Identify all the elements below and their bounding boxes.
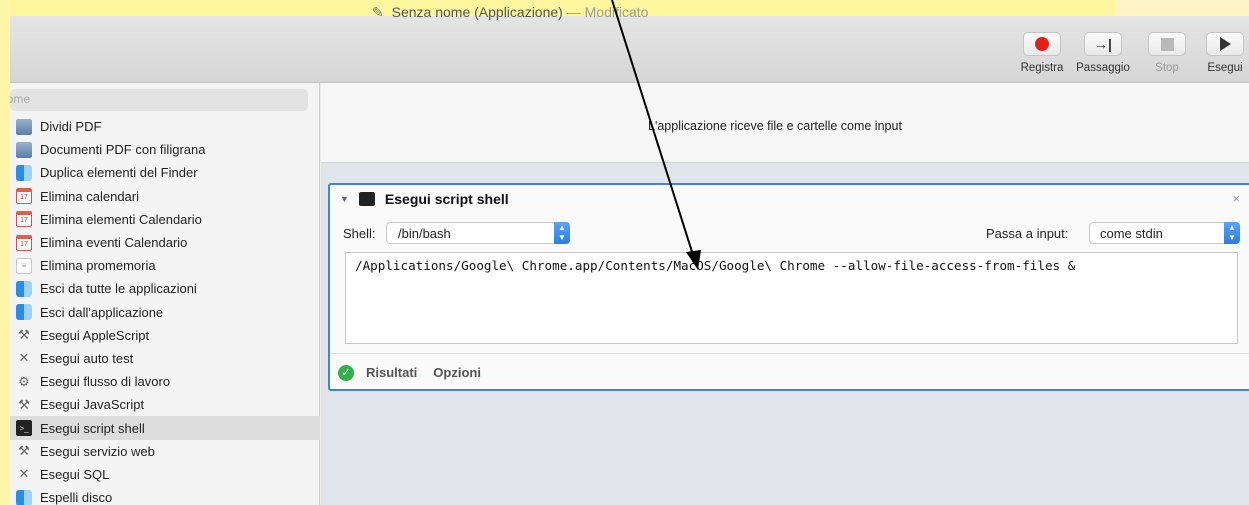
disclosure-triangle-icon[interactable]: ▼	[340, 194, 349, 204]
shell-label: Shell:	[343, 226, 376, 241]
sidebar-item-label: Esegui auto test	[40, 350, 134, 366]
terminal-icon	[358, 192, 375, 206]
sidebar-item[interactable]: Esci dall'applicazione	[10, 301, 320, 324]
pass-input-label: Passa a input:	[986, 226, 1069, 241]
sidebar-item-label: Elimina eventi Calendario	[40, 235, 188, 251]
sidebar-item[interactable]: ⚒ Esegui servizio web	[10, 440, 320, 463]
stop-button[interactable]: Stop	[1139, 32, 1195, 74]
script-icon: ⚒	[18, 443, 30, 459]
input-description: L'applicazione riceve file e cartelle co…	[648, 119, 902, 133]
action-title: Esegui script shell	[384, 191, 509, 207]
shell-select[interactable]: /bin/bash ▲ ▼	[386, 222, 570, 244]
sidebar-item[interactable]: Esci da tutte le applicazioni	[10, 277, 320, 300]
chevron-updown-icon: ▲ ▼	[1224, 222, 1240, 244]
sidebar-item-label: Elimina elementi Calendario	[40, 211, 202, 227]
record-icon	[1035, 37, 1049, 51]
script-icon: ⚒	[18, 327, 30, 343]
action-header[interactable]: ▼ Esegui script shell ×	[330, 185, 1249, 213]
workflow-input-header: L'applicazione riceve file e cartelle co…	[321, 83, 1249, 163]
sidebar-item[interactable]: Documenti PDF con filigrana	[10, 138, 320, 161]
sidebar-item-label: Esegui JavaScript	[40, 397, 145, 413]
terminal-icon: >_	[16, 420, 32, 437]
sidebar-item[interactable]: ⚙ Esegui flusso di lavoro	[10, 370, 320, 393]
reminders-icon: ≡	[16, 257, 32, 274]
sidebar-item-label: Esegui script shell	[40, 420, 145, 436]
sidebar-item-label: Esegui flusso di lavoro	[40, 374, 171, 390]
action-footer: ✓ Risultati Opzioni	[330, 353, 1249, 391]
sidebar-item-label: Elimina promemoria	[40, 258, 156, 274]
window-title-text: Senza nome (Applicazione)	[391, 4, 563, 20]
automator-window: ✎ Senza nome (Applicazione) — Modificato…	[10, 0, 1249, 505]
stop-label: Stop	[1155, 62, 1179, 74]
record-button[interactable]: Registra	[1014, 32, 1070, 74]
sidebar-item[interactable]: Dividi PDF	[10, 115, 320, 138]
pdf-icon	[16, 141, 32, 158]
action-options-row: Shell: /bin/bash ▲ ▼ Passa a input: come …	[330, 222, 1249, 246]
finder-icon	[16, 164, 32, 181]
sidebar-item-label: Espelli disco	[40, 490, 113, 505]
close-icon[interactable]: ×	[1232, 191, 1240, 206]
sidebar-item-label: Esci dall'applicazione	[40, 304, 164, 320]
calendar-icon: 17	[16, 188, 32, 205]
options-button[interactable]: Opzioni	[433, 365, 481, 380]
sidebar-item[interactable]: Espelli disco	[10, 486, 320, 505]
sidebar-item[interactable]: 17 Elimina elementi Calendario	[10, 208, 320, 231]
title-bar-right	[1115, 0, 1249, 16]
workflow-area: L'applicazione riceve file e cartelle co…	[321, 83, 1249, 505]
step-label: Passaggio	[1076, 62, 1130, 74]
sidebar-item-label: Duplica elementi del Finder	[40, 165, 198, 181]
sidebar-item[interactable]: 17 Elimina eventi Calendario	[10, 231, 320, 254]
sidebar-item-label: Documenti PDF con filigrana	[40, 142, 206, 158]
sidebar-item[interactable]: ✕ Esegui SQL	[10, 463, 320, 486]
title-status: Modificato	[584, 4, 649, 20]
calendar-icon: 17	[16, 234, 32, 251]
sidebar-item[interactable]: ⚒ Esegui JavaScript	[10, 393, 320, 416]
title-separator: —	[566, 4, 581, 20]
step-button[interactable]: →| Passaggio	[1075, 32, 1131, 74]
sidebar-item-label: Esegui SQL	[40, 466, 110, 482]
results-button[interactable]: Risultati	[366, 365, 417, 380]
sidebar-item-label: Dividi PDF	[40, 119, 102, 135]
sidebar-item[interactable]: ✕ Esegui auto test	[10, 347, 320, 370]
actions-search-input[interactable]: Nome	[10, 89, 308, 111]
sidebar-item[interactable]: ⚒ Esegui AppleScript	[10, 324, 320, 347]
sidebar-item-label: Esegui AppleScript	[40, 327, 150, 343]
script-document-icon: ✎	[372, 4, 384, 20]
automator-icon: ⚙	[18, 373, 30, 389]
pass-input-select[interactable]: come stdin ▲ ▼	[1089, 222, 1240, 244]
record-label: Registra	[1020, 62, 1064, 74]
search-placeholder: Nome	[10, 92, 31, 106]
pass-input-value: come stdin	[1100, 226, 1163, 241]
finder-icon	[16, 489, 32, 505]
action-panel-shell-script[interactable]: ▼ Esegui script shell × Shell: /bin/bash…	[328, 183, 1249, 391]
actions-sidebar: Nome Dividi PDF Documenti PDF con filigra…	[10, 83, 320, 505]
sidebar-item-label: Esci da tutte le applicazioni	[40, 281, 197, 297]
window-title: ✎ Senza nome (Applicazione) — Modificato	[372, 4, 648, 21]
sidebar-item[interactable]: >_ Esegui script shell	[10, 416, 320, 440]
play-icon	[1219, 37, 1231, 51]
sidebar-item[interactable]: Duplica elementi del Finder	[10, 161, 320, 184]
script-editor[interactable]: /Applications/Google\ Chrome.app/Content…	[345, 252, 1238, 344]
actions-list: Dividi PDF Documenti PDF con filigrana Dup…	[10, 115, 320, 505]
chevron-updown-icon: ▲ ▼	[554, 222, 570, 244]
stop-icon	[1160, 37, 1174, 51]
shell-value: /bin/bash	[398, 226, 451, 241]
tools-icon: ✕	[18, 466, 30, 482]
sidebar-item-label: Esegui servizio web	[40, 443, 155, 459]
sidebar-item[interactable]: ≡ Elimina promemoria	[10, 254, 320, 277]
sidebar-item-label: Elimina calendari	[40, 188, 139, 204]
finder-icon	[16, 280, 32, 297]
tools-icon: ✕	[18, 350, 30, 366]
step-icon: →|	[1094, 36, 1112, 52]
checkmark-icon: ✓	[338, 364, 354, 381]
pdf-icon	[16, 118, 32, 135]
script-icon: ⚒	[18, 396, 30, 412]
run-button[interactable]: Esegui	[1197, 32, 1249, 74]
finder-icon	[16, 304, 32, 321]
sidebar-item[interactable]: 17 Elimina calendari	[10, 185, 320, 208]
run-label: Esegui	[1207, 62, 1243, 74]
toolbar: ✎ Senza nome (Applicazione) — Modificato…	[10, 0, 1249, 83]
calendar-icon: 17	[16, 211, 32, 228]
